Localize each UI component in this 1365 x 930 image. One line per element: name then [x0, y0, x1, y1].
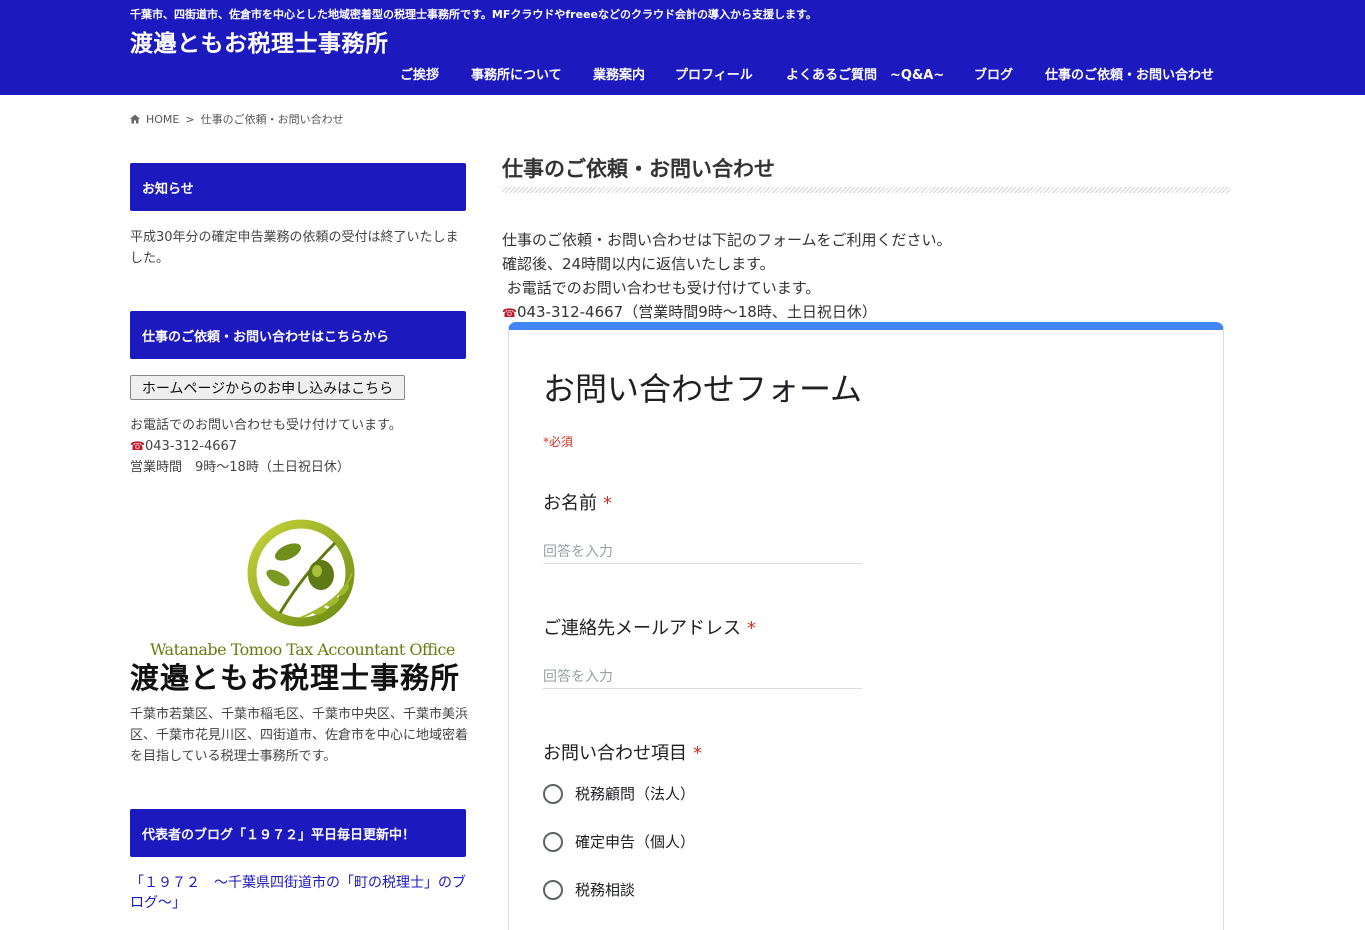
home-icon: [130, 114, 140, 124]
question-email-label: ご連絡先メールアドレス *: [543, 614, 756, 640]
intro-line: 仕事のご依頼・お問い合わせは下記のフォームをご利用ください。: [502, 231, 952, 249]
breadcrumb-separator: >: [185, 112, 195, 126]
question-email-text: ご連絡先メールアドレス: [543, 618, 741, 639]
radio-button[interactable]: [543, 879, 563, 900]
intro-phone-hours: （営業時間9時～18時、土日祝日休）: [623, 303, 877, 321]
question-topic-text: お問い合わせ項目: [543, 743, 687, 764]
apply-button[interactable]: ホームページからのお申し込みはこちら: [130, 375, 405, 400]
required-note: *必須: [543, 435, 574, 449]
question-topic-label: お問い合わせ項目 *: [543, 739, 702, 765]
topic-option[interactable]: 税務相談: [543, 879, 635, 900]
sidebar-phone: 043-312-4667: [144, 439, 238, 454]
topic-option[interactable]: 税務顧問（法人）: [543, 783, 695, 804]
breadcrumb: HOME > 仕事のご依頼・お問い合わせ: [130, 111, 344, 127]
breadcrumb-current: 仕事のご依頼・お問い合わせ: [200, 113, 344, 126]
radio-button[interactable]: [543, 831, 563, 852]
title-divider: [502, 187, 1230, 193]
phone-note: お電話でのお問い合わせも受け付けています。: [130, 418, 402, 433]
contact-heading: 仕事のご依頼・お問い合わせはこちらから: [130, 311, 466, 359]
nav-item-services[interactable]: 業務案内: [593, 64, 645, 83]
nav-item-about[interactable]: 事務所について: [471, 64, 562, 83]
sidebar-contact-info: お電話でのお問い合わせも受け付けています。 ☎043-312-4667 営業時間…: [130, 415, 470, 478]
news-text: 平成30年分の確定申告業務の依頼の受付は終了いたしました。: [130, 230, 459, 266]
site-tagline: 千葉市、四街道市、佐倉市を中心とした地域密着型の税理士事務所です。MFクラウドや…: [130, 8, 817, 21]
email-input[interactable]: 回答を入力: [543, 663, 862, 689]
business-hours: 営業時間 9時～18時（土日祝日休）: [130, 460, 350, 475]
question-name-label: お名前 *: [543, 489, 612, 515]
intro-phone: 043-312-4667: [516, 303, 624, 321]
required-mark: *: [747, 618, 756, 639]
intro-line: お電話でのお問い合わせも受け付けています。: [502, 279, 821, 297]
olive-emblem-icon: [247, 519, 355, 627]
nav-item-greeting[interactable]: ご挨拶: [400, 64, 439, 83]
breadcrumb-home-link[interactable]: HOME: [146, 113, 179, 126]
required-mark: *: [603, 493, 612, 514]
site-header: 千葉市、四街道市、佐倉市を中心とした地域密着型の税理士事務所です。MFクラウドや…: [0, 0, 1365, 95]
radio-button[interactable]: [543, 783, 563, 804]
nav-item-contact[interactable]: 仕事のご依頼・お問い合わせ: [1045, 64, 1214, 83]
topic-option-label: 確定申告（個人）: [575, 833, 696, 851]
intro-text: 仕事のご依頼・お問い合わせは下記のフォームをご利用ください。 確認後、24時間以…: [502, 228, 952, 325]
form-title: お問い合わせフォーム: [543, 370, 863, 408]
nav-item-faq[interactable]: よくあるご質問 ~Q&A~: [786, 64, 944, 83]
topic-option-label: 税務顧問（法人）: [575, 785, 696, 803]
news-heading: お知らせ: [130, 163, 466, 211]
required-mark: *: [693, 743, 702, 764]
nav-item-blog[interactable]: ブログ: [974, 64, 1013, 83]
telephone-icon: ☎: [130, 439, 145, 453]
topic-option-label: 税務相談: [575, 881, 636, 899]
site-title[interactable]: 渡邉ともお税理士事務所: [130, 24, 389, 58]
blog-link[interactable]: 「１９７２ ～千葉県四街道市の「町の税理士」のブログ～」: [130, 873, 470, 913]
nav-item-profile[interactable]: プロフィール: [675, 64, 753, 83]
page-title: 仕事のご依頼・お問い合わせ: [502, 157, 775, 181]
name-input[interactable]: 回答を入力: [543, 538, 862, 564]
telephone-icon: ☎: [502, 306, 517, 320]
sidebar-phone-line: ☎043-312-4667: [130, 436, 470, 457]
blog-heading: 代表者のブログ「１９７２」平日毎日更新中！: [130, 809, 466, 857]
logo-japanese-name: 渡邉ともお税理士事務所: [130, 661, 461, 695]
intro-line: 確認後、24時間以内に返信いたします。: [502, 255, 775, 273]
topic-option[interactable]: 確定申告（個人）: [543, 831, 695, 852]
question-name-text: お名前: [543, 493, 597, 514]
office-description: 千葉市若葉区、千葉市稲毛区、千葉市中央区、千葉市美浜区、千葉市花見川区、四街道市…: [130, 707, 469, 764]
